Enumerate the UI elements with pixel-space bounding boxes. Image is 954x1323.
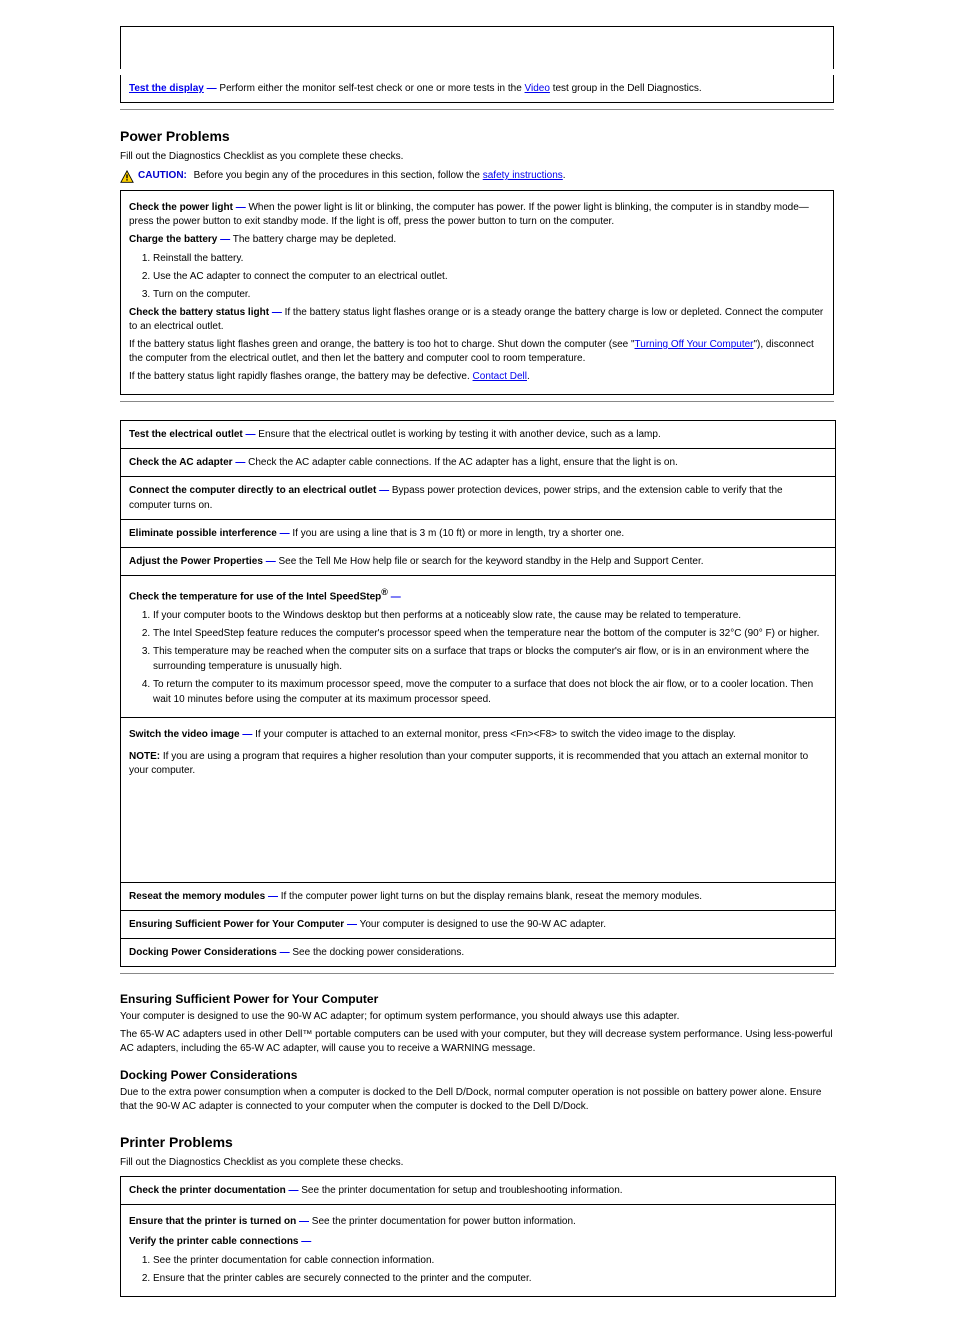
note-label: NOTE: xyxy=(129,751,160,762)
docking-considerations-heading: Docking Power Considerations xyxy=(120,1068,834,1082)
caution-icon xyxy=(120,170,134,184)
printer-on-text: See the printer documentation for power … xyxy=(309,1216,576,1227)
dash: — xyxy=(280,528,290,539)
interference-text: If you are using a line that is 3 m (10 … xyxy=(290,528,625,539)
verify-cable-label: Verify the printer cable connections xyxy=(129,1236,301,1247)
section-divider xyxy=(120,401,834,402)
speedstep-steps: If your computer boots to the Windows de… xyxy=(129,608,827,707)
printer-intro: Fill out the Diagnostics Checklist as yo… xyxy=(120,1156,834,1170)
dash: — xyxy=(288,1185,298,1196)
dock-power-row-text: Your computer is designed to use the 90-… xyxy=(357,919,606,930)
speedstep-label: Check the temperature for use of the Int… xyxy=(129,591,381,602)
dash: — xyxy=(299,1216,309,1227)
battery-hot-text-before: If the battery status light flashes gree… xyxy=(129,339,635,350)
dash: — xyxy=(235,457,245,468)
battery-defective-after: . xyxy=(527,371,530,382)
docking-considerations-row-text: See the docking power considerations. xyxy=(290,947,465,958)
dash: — xyxy=(242,729,252,740)
sufficient-power-p1: Your computer is designed to use the 90-… xyxy=(120,1010,834,1024)
printer-doc-text: See the printer documentation for setup … xyxy=(298,1185,622,1196)
dash: — xyxy=(207,83,217,94)
contact-dell-link[interactable]: Contact Dell xyxy=(473,371,527,382)
power-props-text: See the Tell Me How help file or search … xyxy=(276,556,704,567)
check-power-light-label: Check the power light xyxy=(129,202,236,213)
power-intro: Fill out the Diagnostics Checklist as yo… xyxy=(120,150,834,164)
power-problems-heading: Power Problems xyxy=(120,128,834,144)
power-box-2: Test the electrical outlet — Ensure that… xyxy=(120,420,836,967)
dash: — xyxy=(266,556,276,567)
dash: — xyxy=(268,891,278,902)
reseat-memory-text: If the computer power light turns on but… xyxy=(278,891,702,902)
test-display-link[interactable]: Test the display xyxy=(129,83,204,94)
section-divider xyxy=(120,973,834,974)
charge-battery-text: The battery charge may be depleted. xyxy=(230,234,396,245)
battery-step-2: Use the AC adapter to connect the comput… xyxy=(153,269,825,284)
section-divider xyxy=(120,109,834,110)
power-box-1: Check the power light — When the power l… xyxy=(120,190,834,395)
printer-problems-heading: Printer Problems xyxy=(120,1134,834,1150)
test-outlet-text: Ensure that the electrical outlet is wor… xyxy=(256,429,661,440)
battery-step-3: Turn on the computer. xyxy=(153,287,825,302)
sufficient-power-heading: Ensuring Sufficient Power for Your Compu… xyxy=(120,992,834,1006)
battery-defective-before: If the battery status light rapidly flas… xyxy=(129,371,473,382)
check-ac-text: Check the AC adapter cable connections. … xyxy=(245,457,678,468)
dash: — xyxy=(347,919,357,930)
dash: — xyxy=(220,234,230,245)
interference-label: Eliminate possible interference xyxy=(129,528,280,539)
caution-label: CAUTION: xyxy=(138,170,187,181)
power-props-label: Adjust the Power Properties xyxy=(129,556,266,567)
sufficient-power-p2: The 65-W AC adapters used in other Dell™… xyxy=(120,1028,834,1056)
printer-on-label: Ensure that the printer is turned on xyxy=(129,1216,299,1227)
printer-cable-steps: See the printer documentation for cable … xyxy=(129,1253,827,1286)
speedstep-step-2: The Intel SpeedStep feature reduces the … xyxy=(153,626,827,641)
test-outlet-label: Test the electrical outlet xyxy=(129,429,246,440)
caution-after: . xyxy=(563,170,566,181)
switch-video-label: Switch the video image xyxy=(129,729,242,740)
caution-row: CAUTION: Before you begin any of the pro… xyxy=(120,170,834,184)
dash: — xyxy=(272,307,282,318)
dash: — xyxy=(301,1236,311,1247)
direct-outlet-label: Connect the computer directly to an elec… xyxy=(129,485,379,496)
speedstep-step-3: This temperature may be reached when the… xyxy=(153,644,827,674)
test-display-text: Perform either the monitor self-test che… xyxy=(217,83,525,94)
caution-text: Before you begin any of the procedures i… xyxy=(191,170,483,181)
dash: — xyxy=(379,485,389,496)
switch-video-text: If your computer is attached to an exter… xyxy=(252,729,735,740)
printer-cable-step-2: Ensure that the printer cables are secur… xyxy=(153,1271,827,1286)
dash: — xyxy=(388,591,401,602)
printer-cable-step-1: See the printer documentation for cable … xyxy=(153,1253,827,1268)
display-test-box xyxy=(120,26,834,69)
dash: — xyxy=(280,947,290,958)
registered-symbol: ® xyxy=(381,587,388,597)
docking-p1: Due to the extra power consumption when … xyxy=(120,1086,834,1114)
speedstep-step-4: To return the computer to its maximum pr… xyxy=(153,677,827,707)
printer-box: Check the printer documentation — See th… xyxy=(120,1176,836,1297)
dash: — xyxy=(246,429,256,440)
speedstep-step-1: If your computer boots to the Windows de… xyxy=(153,608,827,623)
reseat-memory-label: Reseat the memory modules xyxy=(129,891,268,902)
dock-power-row-label: Ensuring Sufficient Power for Your Compu… xyxy=(129,919,347,930)
battery-step-1: Reinstall the battery. xyxy=(153,251,825,266)
test-display-text-after: test group in the Dell Diagnostics. xyxy=(550,83,702,94)
video-link[interactable]: Video xyxy=(525,83,550,94)
docking-considerations-row-label: Docking Power Considerations xyxy=(129,947,280,958)
battery-steps: Reinstall the battery. Use the AC adapte… xyxy=(129,251,825,302)
battery-status-label: Check the battery status light xyxy=(129,307,272,318)
check-ac-label: Check the AC adapter xyxy=(129,457,235,468)
dash: — xyxy=(236,202,246,213)
safety-instructions-link[interactable]: safety instructions xyxy=(483,170,563,181)
display-test-box-bottom: Test the display — Perform either the mo… xyxy=(120,75,834,103)
charge-battery-label: Charge the battery xyxy=(129,234,220,245)
printer-doc-label: Check the printer documentation xyxy=(129,1185,288,1196)
turning-off-link[interactable]: Turning Off Your Computer xyxy=(635,339,754,350)
